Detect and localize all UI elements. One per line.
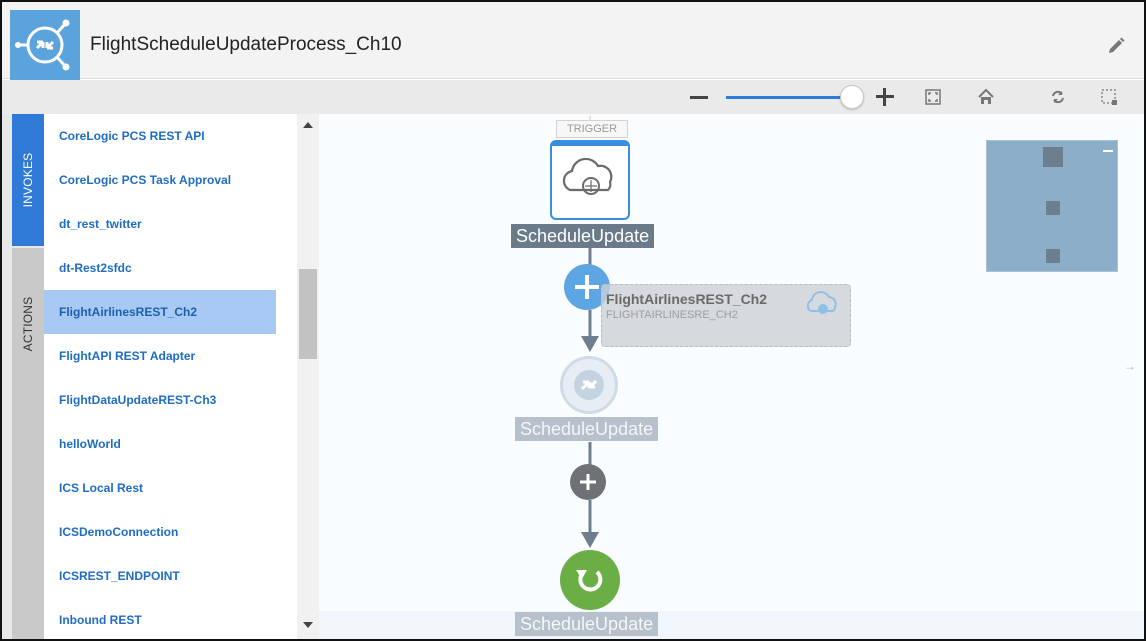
minimap-node-block — [1046, 249, 1060, 263]
dragged-card-identifier: FLIGHTAIRLINESRE_CH2 — [606, 309, 738, 321]
trigger-label: TRIGGER — [556, 120, 628, 138]
scrollbar-thumb[interactable] — [299, 269, 317, 359]
tab-invokes-label: INVOKES — [21, 152, 35, 208]
list-item-selected[interactable]: FlightAirlinesREST_Ch2 — [44, 290, 276, 334]
canvas-minimap[interactable] — [986, 140, 1118, 272]
mapper-node[interactable] — [560, 356, 618, 414]
right-arrow-icon: → — [1124, 359, 1136, 373]
dragged-card-name: FlightAirlinesREST_Ch2 — [606, 291, 768, 307]
minimap-node-block — [1046, 201, 1060, 215]
list-item[interactable]: ICSDemoConnection — [44, 510, 276, 554]
list-item[interactable]: Inbound REST — [44, 598, 276, 639]
integration-canvas[interactable]: TRIGGER ScheduleUpdate FlightAirlinesRES… — [319, 114, 1144, 639]
list-item[interactable]: CoreLogic PCS Task Approval — [44, 158, 276, 202]
add-action-button[interactable] — [570, 464, 606, 500]
zoom-out-button[interactable] — [688, 87, 710, 107]
tab-actions[interactable]: ACTIONS — [12, 248, 44, 639]
list-scrollbar[interactable] — [297, 114, 319, 639]
canvas-toolbar — [2, 80, 1144, 114]
invokes-connection-list: CoreLogic PCS REST API CoreLogic PCS Tas… — [44, 114, 276, 639]
list-item[interactable]: FlightAPI REST Adapter — [44, 334, 276, 378]
tab-actions-label: ACTIONS — [21, 296, 35, 352]
integration-logo-icon — [10, 10, 80, 80]
fit-to-screen-icon[interactable] — [924, 88, 942, 106]
list-item[interactable]: FlightDataUpdateREST-Ch3 — [44, 378, 276, 422]
scroll-up-arrow-icon[interactable] — [303, 122, 313, 128]
dragged-invoke-card[interactable]: FlightAirlinesREST_Ch2 FLIGHTAIRLINESRE_… — [601, 284, 851, 347]
tab-invokes[interactable]: INVOKES — [12, 114, 44, 246]
page-title: FlightScheduleUpdateProcess_Ch10 — [90, 34, 402, 55]
rest-cloud-icon — [562, 157, 613, 195]
home-icon[interactable] — [977, 88, 995, 106]
list-item[interactable]: dt-Rest2sfdc — [44, 246, 276, 290]
refresh-icon[interactable] — [1049, 88, 1067, 106]
end-node-label[interactable]: ScheduleUpdate — [515, 612, 659, 636]
end-node[interactable] — [560, 550, 620, 610]
minimap-node-block — [1043, 147, 1063, 167]
zoom-slider[interactable] — [726, 96, 846, 99]
zoom-slider-handle[interactable] — [840, 85, 864, 109]
palette-tabs: INVOKES ACTIONS — [2, 114, 44, 639]
zoom-in-button[interactable] — [875, 87, 895, 107]
canvas-bottom-overlay — [319, 611, 1144, 639]
app-window: FlightScheduleUpdateProcess_Ch10 INVOKES… — [0, 0, 1146, 641]
scroll-down-arrow-icon[interactable] — [303, 622, 313, 628]
list-item[interactable]: ICS Local Rest — [44, 466, 276, 510]
header-bar: FlightScheduleUpdateProcess_Ch10 — [2, 2, 1144, 80]
return-arrow-icon — [576, 570, 603, 592]
map-arrows-icon — [574, 370, 604, 400]
list-item[interactable]: ICSREST_ENDPOINT — [44, 554, 276, 598]
list-item[interactable]: helloWorld — [44, 422, 276, 466]
pencil-icon[interactable] — [1106, 36, 1126, 56]
minimap-collapse-icon[interactable] — [1103, 150, 1113, 152]
trigger-node-label[interactable]: ScheduleUpdate — [511, 224, 655, 248]
trigger-node[interactable] — [550, 140, 630, 220]
list-item[interactable]: CoreLogic PCS REST API — [44, 114, 276, 158]
list-item[interactable]: dt_rest_twitter — [44, 202, 276, 246]
marquee-select-icon[interactable] — [1100, 88, 1118, 106]
mapper-node-label[interactable]: ScheduleUpdate — [515, 417, 659, 441]
